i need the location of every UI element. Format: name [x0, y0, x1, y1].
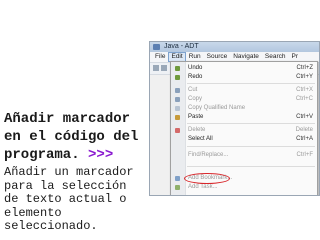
menu-separator [187, 123, 315, 124]
cut-shortcut: Ctrl+X [296, 87, 313, 93]
delete-label: Delete [188, 127, 206, 133]
slide-title: Añadir marcador en el código del program… [4, 110, 139, 164]
delete-shortcut: Delete [295, 127, 313, 133]
copy-label: Copy [188, 96, 203, 102]
window-titlebar: Java - ADT [150, 42, 319, 52]
adt-window-screenshot: Java - ADT File Edit Run Source Navigate Sear… [149, 41, 320, 196]
find-replace-shortcut: Ctrl+F [296, 152, 314, 158]
copy-qualified-icon [175, 106, 180, 111]
next-arrows: >>> [88, 147, 114, 163]
menu-item-copy-qualified-name[interactable]: Copy Qualified Name [171, 104, 317, 113]
undo-shortcut: Ctrl+Z [296, 65, 314, 71]
menu-item-copy[interactable]: Copy Ctrl+C [171, 95, 317, 104]
menu-item-undo[interactable]: Undo Ctrl+Z [171, 64, 317, 73]
menu-item-select-all[interactable]: Select All Ctrl+A [171, 135, 317, 144]
java-app-icon [153, 44, 160, 50]
copy-qualified-label: Copy Qualified Name [188, 105, 246, 111]
menu-item-find-replace[interactable]: Find/Replace... Ctrl+F [171, 151, 317, 160]
menu-separator [187, 83, 315, 84]
slide-description: Añadir un marcador para la selección de … [4, 165, 134, 233]
slide-title-text: Añadir marcador en el código del program… [4, 111, 139, 163]
menu-item-delete[interactable]: Delete Delete [171, 126, 317, 135]
toolbar-new-icon[interactable] [153, 65, 159, 71]
redo-icon [175, 75, 180, 80]
window-title: Java - ADT [164, 43, 199, 50]
add-task-label: Add Task... [188, 184, 218, 190]
redo-shortcut: Ctrl+Y [296, 74, 313, 80]
menu-item-paste[interactable]: Paste Ctrl+V [171, 113, 317, 122]
copy-shortcut: Ctrl+C [295, 96, 313, 102]
edit-menu-dropdown: Undo Ctrl+Z Redo Ctrl+Y Cut Ctrl+X Copy … [170, 61, 318, 195]
menu-separator [187, 146, 315, 147]
undo-label: Undo [188, 65, 203, 71]
toolbar-save-icon[interactable] [161, 65, 167, 71]
delete-icon [175, 128, 180, 133]
paste-shortcut: Ctrl+V [296, 114, 313, 120]
find-replace-label: Find/Replace... [188, 152, 229, 158]
copy-icon [175, 97, 180, 102]
add-bookmark-highlight-oval [184, 173, 230, 184]
menu-item-cut[interactable]: Cut Ctrl+X [171, 86, 317, 95]
menu-file[interactable]: File [152, 52, 168, 62]
undo-icon [175, 66, 180, 71]
task-icon [175, 185, 180, 190]
menu-item-redo[interactable]: Redo Ctrl+Y [171, 73, 317, 82]
paste-label: Paste [188, 114, 204, 120]
redo-label: Redo [188, 74, 203, 80]
select-all-label: Select All [188, 136, 213, 142]
paste-icon [175, 115, 180, 120]
menu-item-add-task[interactable]: Add Task... [171, 183, 317, 192]
bookmark-icon [175, 176, 180, 181]
menu-separator [187, 166, 315, 167]
cut-icon [175, 88, 180, 93]
cut-label: Cut [188, 87, 198, 93]
select-all-shortcut: Ctrl+A [296, 136, 313, 142]
